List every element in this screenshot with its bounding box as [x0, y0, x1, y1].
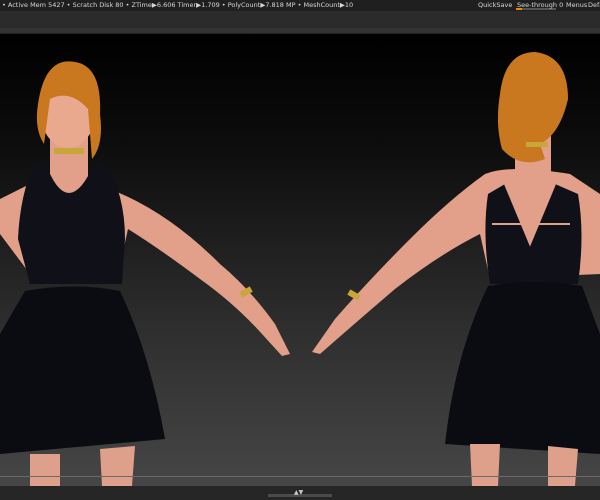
document-canvas[interactable]: [0, 34, 600, 486]
model-viewport: [0, 52, 600, 486]
status-bar: • Active Mem 5427 • Scratch Disk 80 • ZT…: [0, 0, 600, 11]
menus-button[interactable]: Menus: [566, 0, 587, 11]
default-button[interactable]: Defa: [588, 0, 600, 11]
see-through-label: See-through 0: [517, 1, 564, 9]
see-through-slider[interactable]: See-through 0: [516, 0, 564, 11]
floor-line: [0, 476, 600, 477]
up-down-arrows-icon[interactable]: ▲▼: [294, 490, 303, 496]
quicksave-button[interactable]: QuickSave: [478, 0, 512, 11]
toolbar: [0, 11, 600, 28]
back-figure: [312, 52, 600, 486]
front-figure: [0, 61, 290, 486]
bottom-tray: ▲▼: [0, 486, 600, 500]
stats-readout: • Active Mem 5427 • Scratch Disk 80 • ZT…: [2, 1, 354, 9]
